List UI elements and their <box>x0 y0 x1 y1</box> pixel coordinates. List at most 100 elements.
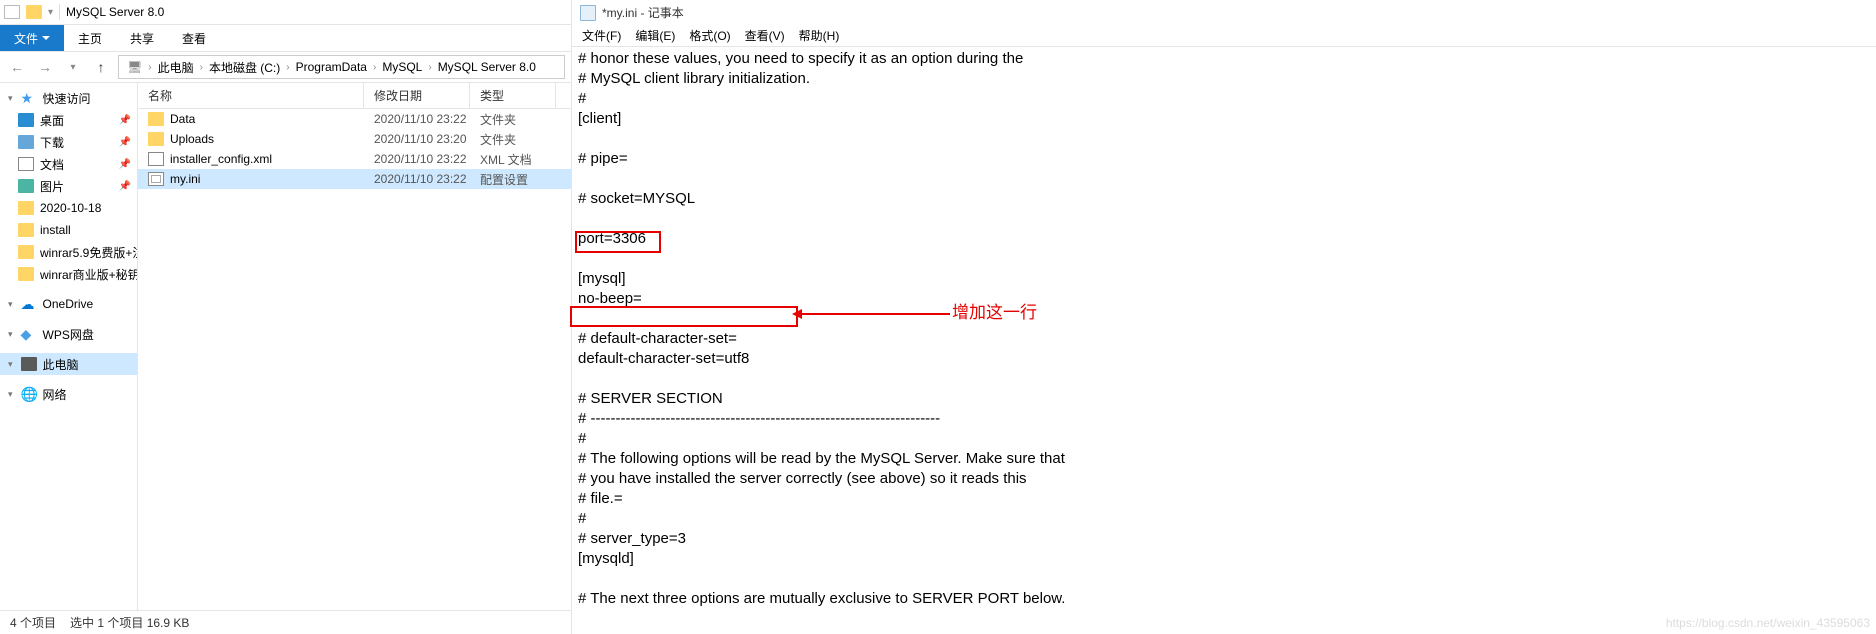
sidebar-item-下载[interactable]: 下载 📌 <box>0 131 137 153</box>
notepad-title: *my.ini - 记事本 <box>602 4 684 21</box>
desktop-icon <box>18 113 34 127</box>
notepad-content[interactable]: # honor these values, you need to specif… <box>572 47 1876 634</box>
text-line <box>578 209 1870 229</box>
text-line <box>578 369 1870 389</box>
navigation-bar: ← → ▾ ↑ 🖥 › 此电脑 › 本地磁盘 (C:) › ProgramDat… <box>0 51 571 83</box>
dropdown-icon[interactable]: ▾ <box>48 7 53 18</box>
chevron-right-icon[interactable]: › <box>146 62 153 73</box>
file-row[interactable]: my.ini 2020/11/10 23:22配置设置 <box>138 169 571 189</box>
sidebar-item-label: 文档 <box>40 156 64 173</box>
sidebar-item-label: install <box>40 223 71 237</box>
file-row[interactable]: installer_config.xml2020/11/10 23:22XML … <box>138 149 571 169</box>
sidebar-item-winrar5.9免费版+注[interactable]: winrar5.9免费版+注 <box>0 241 137 263</box>
sidebar-item-OneDrive[interactable]: ☁OneDrive <box>0 293 137 315</box>
menu-edit[interactable]: 编辑(E) <box>629 27 681 44</box>
sidebar-item-图片[interactable]: 图片📌 <box>0 175 137 197</box>
tab-view[interactable]: 查看 <box>168 25 220 51</box>
sidebar-item-label: winrar商业版+秘钥 <box>40 266 138 283</box>
sidebar-item-winrar商业版+秘钥[interactable]: winrar商业版+秘钥 <box>0 263 137 285</box>
chevron-right-icon[interactable]: › <box>198 62 205 73</box>
menu-file[interactable]: 文件(F) <box>576 27 627 44</box>
sidebar-item-桌面[interactable]: 桌面📌 <box>0 109 137 131</box>
folder-icon <box>26 5 42 19</box>
sidebar-item-网络[interactable]: 🌐网络 <box>0 383 137 405</box>
text-line <box>578 249 1870 269</box>
column-headers: 名称 修改日期 类型 <box>138 83 571 109</box>
breadcrumb-segment[interactable]: MySQL <box>378 60 426 74</box>
chevron-right-icon[interactable]: › <box>284 62 291 73</box>
download-icon <box>18 135 34 149</box>
file-explorer: ▾ MySQL Server 8.0 文件 主页 共享 查看 ← → ▾ ↑ 🖥… <box>0 0 572 634</box>
breadcrumb[interactable]: 🖥 › 此电脑 › 本地磁盘 (C:) › ProgramData › MySQ… <box>118 55 565 79</box>
text-line: # server_type=3 <box>578 529 1870 549</box>
column-type[interactable]: 类型 <box>470 83 556 108</box>
pin-icon: 📌 <box>119 137 131 148</box>
ribbon-tabs: 文件 主页 共享 查看 <box>0 25 571 51</box>
menu-help[interactable]: 帮助(H) <box>793 27 846 44</box>
breadcrumb-segment[interactable]: ProgramData <box>292 60 371 74</box>
column-date[interactable]: 修改日期 <box>364 83 470 108</box>
breadcrumb-segment[interactable]: 本地磁盘 (C:) <box>205 59 284 76</box>
sidebar-item-文档[interactable]: 文档📌 <box>0 153 137 175</box>
file-date: 2020/11/10 23:22 <box>364 152 470 166</box>
menu-format[interactable]: 格式(O) <box>683 27 736 44</box>
star-icon: ★ <box>21 91 37 105</box>
window-title: MySQL Server 8.0 <box>66 5 164 19</box>
sidebar-item-install[interactable]: install <box>0 219 137 241</box>
back-button[interactable]: ← <box>6 56 28 78</box>
notepad: *my.ini - 记事本 文件(F) 编辑(E) 格式(O) 查看(V) 帮助… <box>572 0 1876 634</box>
file-date: 2020/11/10 23:22 <box>364 172 470 186</box>
text-line: # you have installed the server correctl… <box>578 469 1870 489</box>
file-name: Uploads <box>170 132 214 146</box>
text-line: # socket=MYSQL <box>578 189 1870 209</box>
text-line: # <box>578 509 1870 529</box>
file-type: 配置设置 <box>470 171 556 188</box>
pc-icon <box>21 357 37 371</box>
text-line: [mysql] <box>578 269 1870 289</box>
file-row[interactable]: Uploads2020/11/10 23:20文件夹 <box>138 129 571 149</box>
text-line: # The following options will be read by … <box>578 449 1870 469</box>
sidebar-item-2020-10-18[interactable]: 2020-10-18 <box>0 197 137 219</box>
folder-icon <box>148 112 164 126</box>
status-selected: 选中 1 个项目 16.9 KB <box>70 614 189 631</box>
menu-view[interactable]: 查看(V) <box>739 27 791 44</box>
text-line: [mysqld] <box>578 549 1870 569</box>
sidebar-item-WPS网盘[interactable]: ◆WPS网盘 <box>0 323 137 345</box>
net-icon: 🌐 <box>21 387 37 401</box>
breadcrumb-segment[interactable]: MySQL Server 8.0 <box>434 60 540 74</box>
text-line: port=3306 <box>578 229 1870 249</box>
window-icon <box>4 5 20 19</box>
sidebar-item-label: 桌面 <box>40 112 64 129</box>
text-line: # --------------------------------------… <box>578 409 1870 429</box>
text-line: # <box>578 89 1870 109</box>
file-name: my.ini <box>170 172 200 186</box>
tab-share[interactable]: 共享 <box>116 25 168 51</box>
sidebar-item-快速访问[interactable]: ★快速访问 <box>0 87 137 109</box>
text-line: no-beep= <box>578 289 1870 309</box>
folder-icon <box>18 245 34 259</box>
folder-icon <box>18 223 34 237</box>
doc-icon <box>18 157 34 171</box>
chevron-right-icon[interactable]: › <box>371 62 378 73</box>
notepad-menubar: 文件(F) 编辑(E) 格式(O) 查看(V) 帮助(H) <box>572 25 1876 47</box>
up-button[interactable]: ↑ <box>90 56 112 78</box>
tab-home[interactable]: 主页 <box>64 25 116 51</box>
chevron-right-icon[interactable]: › <box>426 62 433 73</box>
sidebar-item-label: 2020-10-18 <box>40 201 101 215</box>
folder-icon <box>18 201 34 215</box>
text-line: # MySQL client library initialization. <box>578 69 1870 89</box>
forward-button[interactable]: → <box>34 56 56 78</box>
sidebar-item-label: winrar5.9免费版+注 <box>40 244 138 261</box>
sidebar-item-此电脑[interactable]: 此电脑 <box>0 353 137 375</box>
file-type: 文件夹 <box>470 131 556 148</box>
text-line: # The next three options are mutually ex… <box>578 589 1870 609</box>
xml-icon <box>148 152 164 166</box>
file-name: Data <box>170 112 195 126</box>
column-name[interactable]: 名称 <box>138 83 364 108</box>
sidebar-item-label: 下载 <box>40 134 64 151</box>
file-row[interactable]: Data2020/11/10 23:22文件夹 <box>138 109 571 129</box>
tab-file[interactable]: 文件 <box>0 25 64 51</box>
history-dropdown[interactable]: ▾ <box>62 56 84 78</box>
cloud-icon: ☁ <box>21 297 37 311</box>
breadcrumb-segment[interactable]: 此电脑 <box>154 59 198 76</box>
